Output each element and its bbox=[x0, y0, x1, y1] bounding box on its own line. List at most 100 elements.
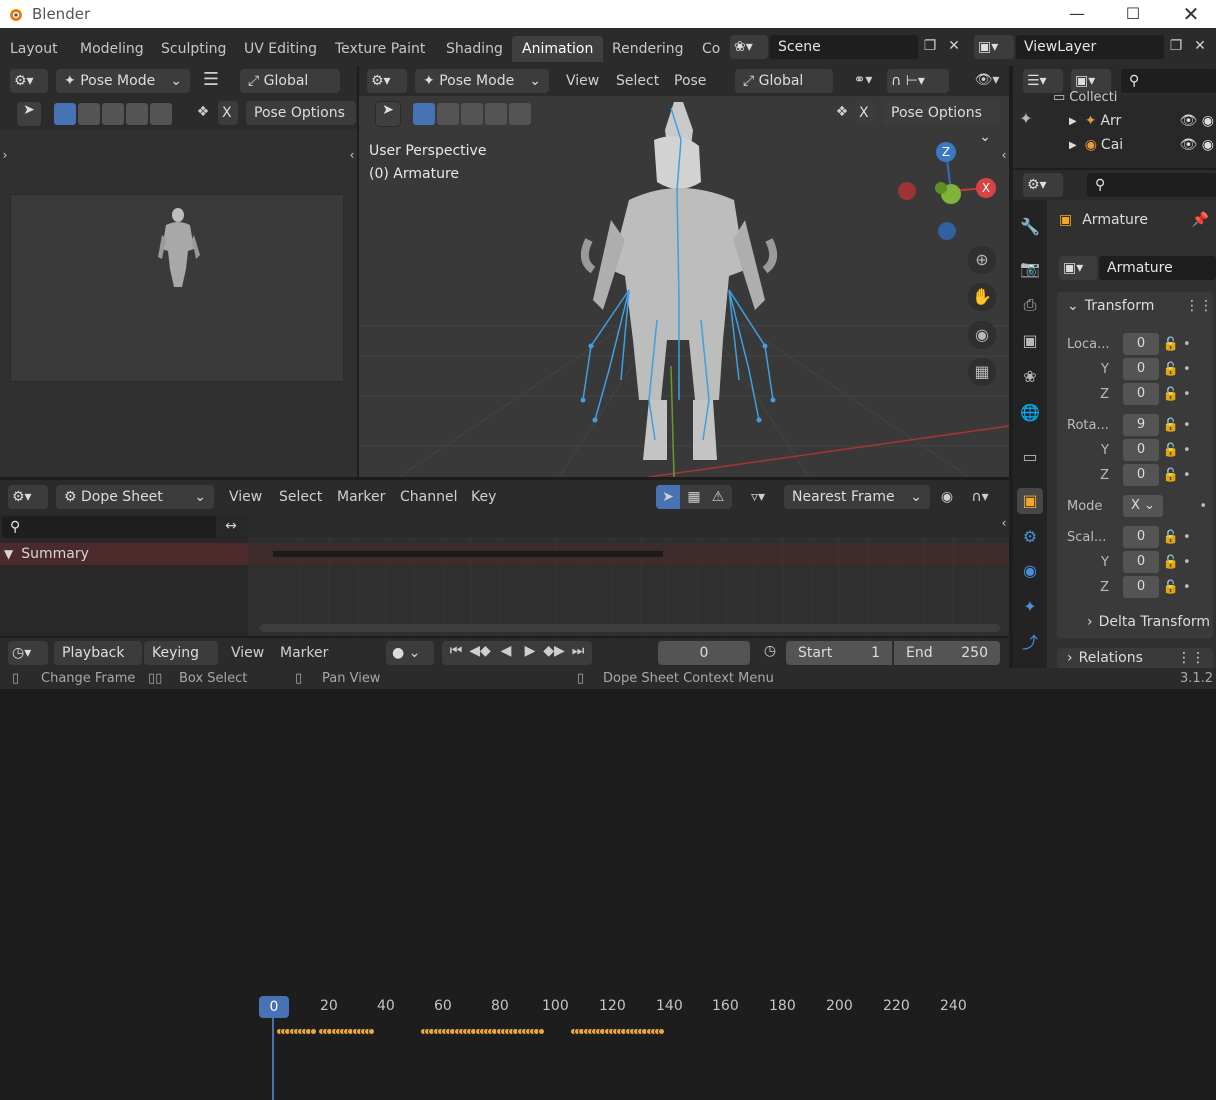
pivot-point-icon[interactable]: ⚭▾ bbox=[845, 72, 881, 88]
select-new-button[interactable] bbox=[54, 103, 76, 125]
tab-uv-editing[interactable]: UV Editing bbox=[234, 36, 327, 62]
snap-button[interactable]: ∩ ⊢▾ bbox=[887, 69, 949, 93]
prev-keyframe-icon[interactable]: ◀◆ bbox=[468, 643, 492, 659]
lock-icon[interactable]: 🔓 bbox=[1159, 418, 1183, 433]
rotation-y-field[interactable]: 0 bbox=[1123, 439, 1159, 461]
next-keyframe-icon[interactable]: ◆▶ bbox=[542, 643, 566, 659]
tab-shading[interactable]: Shading bbox=[436, 36, 513, 62]
viewport-mode-dropdown[interactable]: ✦ Pose Mode ⌄ bbox=[415, 69, 549, 93]
lock-icon[interactable]: 🔓 bbox=[1159, 530, 1183, 545]
dope-sheet-sidebar-toggle-icon[interactable]: ‹ bbox=[998, 516, 1010, 530]
playhead-frame-indicator[interactable]: 0 bbox=[259, 996, 289, 1018]
dope-sheet-menu-channel[interactable]: Channel bbox=[400, 485, 457, 509]
armature-visibility-icon[interactable]: 👁 ◉ bbox=[1180, 113, 1214, 129]
delta-transform-header[interactable]: › Delta Transform bbox=[1087, 614, 1210, 630]
viewport-menu-pose[interactable]: Pose bbox=[674, 69, 706, 93]
rotation-mode-dropdown[interactable]: X ⌄ bbox=[1123, 495, 1163, 517]
location-y-field[interactable]: 0 bbox=[1123, 358, 1159, 380]
select-extend-button[interactable] bbox=[78, 103, 100, 125]
select-intersect-button[interactable] bbox=[150, 103, 172, 125]
rotation-z-field[interactable]: 0 bbox=[1123, 464, 1159, 486]
sidebar-toggle-icon[interactable]: ‹ bbox=[346, 148, 358, 162]
keyframe[interactable] bbox=[658, 1028, 666, 1035]
viewport-editor-type-button[interactable]: ⚙▾ bbox=[367, 69, 407, 93]
editor-type-button[interactable]: ⚙▾ bbox=[10, 69, 48, 93]
view-layer-name-field[interactable]: ViewLayer bbox=[1016, 35, 1164, 59]
select-invert-button[interactable] bbox=[126, 103, 148, 125]
viewport-sidebar-toggle-icon[interactable]: ‹ bbox=[999, 148, 1009, 162]
constraints-tab-icon[interactable]: ✦ bbox=[1017, 594, 1043, 620]
viewport-select-intersect-button[interactable] bbox=[509, 103, 531, 125]
lock-icon[interactable]: 🔓 bbox=[1159, 362, 1183, 377]
auto-keying-button[interactable]: ● ⌄ bbox=[386, 641, 434, 665]
keyframe-dot-icon[interactable]: • bbox=[1183, 362, 1191, 377]
object-data-tab-icon[interactable]: ⤴ bbox=[1017, 630, 1043, 656]
outliner-armature-row[interactable]: ▶ ✦ Arr 👁 ◉ bbox=[1069, 110, 1214, 132]
tab-animation[interactable]: Animation bbox=[512, 36, 604, 62]
keyframe[interactable] bbox=[309, 1028, 317, 1035]
scene-tab-icon[interactable]: ❀ bbox=[1017, 364, 1043, 390]
dope-sheet-mode-dropdown[interactable]: ⚙ Dope Sheet ⌄ bbox=[56, 485, 214, 509]
tab-texture-paint[interactable]: Texture Paint bbox=[325, 36, 435, 62]
3d-viewport[interactable]: ⚙▾ ✦ Pose Mode ⌄ View Select Pose ⤢ Globa… bbox=[359, 66, 1009, 477]
camera-expand-arrow-icon[interactable]: ▶ bbox=[1069, 140, 1077, 151]
proportional-edit-icon[interactable]: ◉ bbox=[936, 489, 958, 505]
dope-sheet-menu-view[interactable]: View bbox=[229, 485, 262, 509]
gizmo-neg-x-axis[interactable] bbox=[898, 182, 916, 200]
keyframe[interactable] bbox=[537, 1028, 545, 1035]
minimize-button[interactable]: — bbox=[1054, 2, 1100, 26]
viewport-pose-options-dropdown[interactable]: Pose Options ⌄ bbox=[883, 101, 999, 145]
dope-sheet-menu-marker[interactable]: Marker bbox=[337, 485, 385, 509]
play-reverse-icon[interactable]: ◀ bbox=[494, 643, 518, 659]
tab-sculpting[interactable]: Sculpting bbox=[151, 36, 236, 62]
properties-editor-type-button[interactable]: ⚙▾ bbox=[1023, 173, 1063, 197]
outliner-filter-icon[interactable]: ✦ bbox=[1013, 106, 1039, 132]
keyframe-dot-icon[interactable]: • bbox=[1183, 418, 1191, 433]
tab-rendering[interactable]: Rendering bbox=[602, 36, 694, 62]
channel-swap-icon[interactable]: ↔ bbox=[218, 518, 244, 534]
viewport-menu-view[interactable]: View bbox=[566, 69, 599, 93]
tool-tab-icon[interactable]: 🔧 bbox=[1017, 214, 1043, 240]
falloff-icon[interactable]: ∩▾ bbox=[962, 489, 998, 505]
outliner-camera-row[interactable]: ▶ ◉ Cai 👁 ◉ bbox=[1069, 134, 1214, 156]
outliner-search-input[interactable]: ⚲ bbox=[1121, 69, 1216, 93]
toolbar-toggle-icon[interactable]: › bbox=[0, 148, 10, 162]
mode-dropdown[interactable]: ✦ Pose Mode ⌄ bbox=[56, 69, 190, 93]
scale-z-field[interactable]: 0 bbox=[1123, 576, 1159, 598]
render-tab-icon[interactable]: 📷 bbox=[1017, 256, 1043, 282]
pose-options-dropdown[interactable]: Pose Options bbox=[246, 101, 356, 125]
keying-menu[interactable]: Keying ⌄ bbox=[144, 641, 218, 685]
maximize-button[interactable]: ☐ bbox=[1110, 2, 1156, 26]
object-data-type-button[interactable]: ▣▾ bbox=[1059, 256, 1097, 280]
end-frame-field[interactable]: End 250 bbox=[894, 641, 1000, 665]
tab-modeling[interactable]: Modeling bbox=[70, 36, 154, 62]
viewport-select-invert-button[interactable] bbox=[485, 103, 507, 125]
close-scene-icon[interactable]: ✕ bbox=[944, 38, 964, 54]
keyframe-dot-icon[interactable]: • bbox=[1183, 555, 1191, 570]
lock-icon[interactable]: 🔓 bbox=[1159, 387, 1183, 402]
viewport-mirror-icon[interactable]: ❖ bbox=[831, 104, 853, 120]
keyframe-dot-icon[interactable]: • bbox=[1183, 443, 1191, 458]
viewport-select-subtract-button[interactable] bbox=[461, 103, 483, 125]
dope-sheet-menu-select[interactable]: Select bbox=[279, 485, 322, 509]
timeline-editor-type-button[interactable]: ◷▾ bbox=[8, 641, 48, 665]
summary-channel[interactable]: ▼ Summary bbox=[0, 543, 248, 565]
lock-icon[interactable]: 🔓 bbox=[1159, 337, 1183, 352]
zoom-icon[interactable]: ⊕ bbox=[968, 246, 996, 274]
errors-only-icon[interactable]: ⚠ bbox=[706, 485, 730, 509]
relations-panel-header[interactable]: › Relations ⋮⋮ bbox=[1057, 648, 1213, 668]
tab-layout[interactable]: Layout bbox=[0, 36, 68, 62]
select-subtract-button[interactable] bbox=[102, 103, 124, 125]
copy-view-layer-icon[interactable]: ❐ bbox=[1166, 38, 1186, 54]
viewport-select-extend-button[interactable] bbox=[437, 103, 459, 125]
outliner-collection-row[interactable]: ▭ Collecti bbox=[1053, 88, 1117, 106]
modifiers-tab-icon[interactable]: ⚙ bbox=[1017, 524, 1043, 550]
horizontal-scrollbar[interactable] bbox=[260, 624, 1000, 632]
playback-menu[interactable]: Playback ⌄ bbox=[54, 641, 142, 685]
relations-drag-handle-icon[interactable]: ⋮⋮ bbox=[1177, 650, 1205, 666]
view-layer-tab-icon[interactable]: ▣ bbox=[1017, 328, 1043, 354]
navigation-gizmo[interactable]: Z X bbox=[892, 142, 1002, 242]
lock-icon[interactable]: 🔓 bbox=[1159, 468, 1183, 483]
object-tab-icon[interactable]: ▣ bbox=[1017, 488, 1043, 514]
mirror-icon[interactable]: ❖ bbox=[192, 104, 214, 120]
